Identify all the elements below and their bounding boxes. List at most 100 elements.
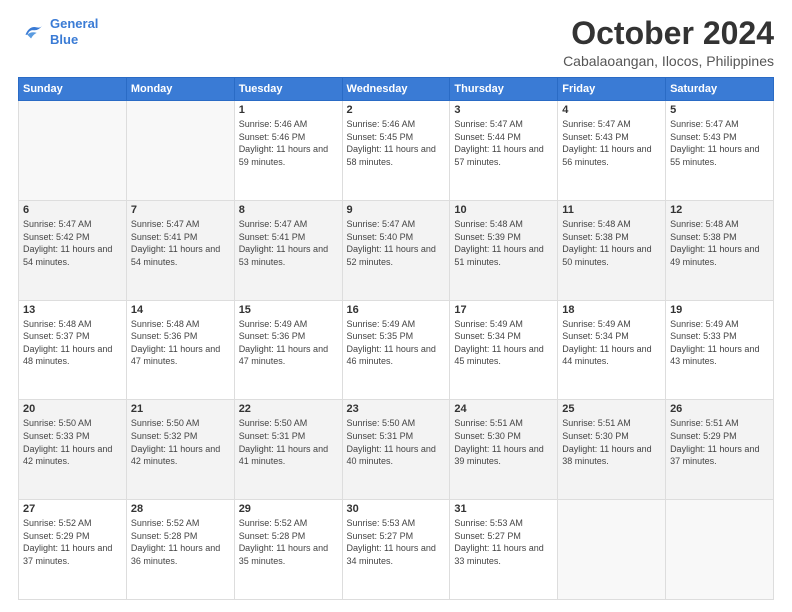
day-number: 9	[347, 204, 446, 216]
table-row: 5 Sunrise: 5:47 AM Sunset: 5:43 PM Daylig…	[666, 101, 774, 201]
table-row: 18 Sunrise: 5:49 AM Sunset: 5:34 PM Dayli…	[558, 300, 666, 400]
day-details: Sunrise: 5:49 AM Sunset: 5:35 PM Dayligh…	[347, 318, 446, 368]
col-tuesday: Tuesday	[234, 78, 342, 101]
day-number: 29	[239, 503, 338, 515]
table-row: 21 Sunrise: 5:50 AM Sunset: 5:32 PM Dayli…	[126, 400, 234, 500]
day-details: Sunrise: 5:47 AM Sunset: 5:43 PM Dayligh…	[562, 118, 661, 168]
title-block: October 2024 Cabalaoangan, Ilocos, Phili…	[563, 16, 774, 69]
day-number: 19	[670, 304, 769, 316]
day-number: 17	[454, 304, 553, 316]
day-details: Sunrise: 5:48 AM Sunset: 5:37 PM Dayligh…	[23, 318, 122, 368]
day-number: 5	[670, 104, 769, 116]
day-details: Sunrise: 5:47 AM Sunset: 5:41 PM Dayligh…	[131, 218, 230, 268]
day-details: Sunrise: 5:50 AM Sunset: 5:33 PM Dayligh…	[23, 417, 122, 467]
calendar-week-row: 20 Sunrise: 5:50 AM Sunset: 5:33 PM Dayli…	[19, 400, 774, 500]
col-saturday: Saturday	[666, 78, 774, 101]
table-row: 25 Sunrise: 5:51 AM Sunset: 5:30 PM Dayli…	[558, 400, 666, 500]
day-number: 11	[562, 204, 661, 216]
day-details: Sunrise: 5:53 AM Sunset: 5:27 PM Dayligh…	[347, 517, 446, 567]
table-row: 27 Sunrise: 5:52 AM Sunset: 5:29 PM Dayli…	[19, 500, 127, 600]
day-details: Sunrise: 5:46 AM Sunset: 5:45 PM Dayligh…	[347, 118, 446, 168]
col-thursday: Thursday	[450, 78, 558, 101]
table-row: 17 Sunrise: 5:49 AM Sunset: 5:34 PM Dayli…	[450, 300, 558, 400]
day-details: Sunrise: 5:50 AM Sunset: 5:31 PM Dayligh…	[347, 417, 446, 467]
day-number: 14	[131, 304, 230, 316]
day-details: Sunrise: 5:49 AM Sunset: 5:36 PM Dayligh…	[239, 318, 338, 368]
day-details: Sunrise: 5:50 AM Sunset: 5:31 PM Dayligh…	[239, 417, 338, 467]
logo-line2: Blue	[50, 32, 78, 47]
day-number: 13	[23, 304, 122, 316]
day-details: Sunrise: 5:51 AM Sunset: 5:30 PM Dayligh…	[562, 417, 661, 467]
day-number: 12	[670, 204, 769, 216]
table-row	[126, 101, 234, 201]
calendar-table: Sunday Monday Tuesday Wednesday Thursday…	[18, 77, 774, 600]
month-title: October 2024	[563, 16, 774, 51]
day-number: 25	[562, 403, 661, 415]
day-details: Sunrise: 5:49 AM Sunset: 5:34 PM Dayligh…	[562, 318, 661, 368]
day-details: Sunrise: 5:48 AM Sunset: 5:38 PM Dayligh…	[670, 218, 769, 268]
calendar-week-row: 27 Sunrise: 5:52 AM Sunset: 5:29 PM Dayli…	[19, 500, 774, 600]
day-details: Sunrise: 5:52 AM Sunset: 5:28 PM Dayligh…	[239, 517, 338, 567]
table-row: 23 Sunrise: 5:50 AM Sunset: 5:31 PM Dayli…	[342, 400, 450, 500]
day-details: Sunrise: 5:48 AM Sunset: 5:39 PM Dayligh…	[454, 218, 553, 268]
logo-text: General Blue	[50, 16, 98, 47]
calendar-week-row: 13 Sunrise: 5:48 AM Sunset: 5:37 PM Dayli…	[19, 300, 774, 400]
day-number: 26	[670, 403, 769, 415]
day-details: Sunrise: 5:53 AM Sunset: 5:27 PM Dayligh…	[454, 517, 553, 567]
calendar-week-row: 6 Sunrise: 5:47 AM Sunset: 5:42 PM Daylig…	[19, 200, 774, 300]
day-number: 6	[23, 204, 122, 216]
day-details: Sunrise: 5:47 AM Sunset: 5:42 PM Dayligh…	[23, 218, 122, 268]
table-row: 14 Sunrise: 5:48 AM Sunset: 5:36 PM Dayli…	[126, 300, 234, 400]
day-details: Sunrise: 5:50 AM Sunset: 5:32 PM Dayligh…	[131, 417, 230, 467]
day-details: Sunrise: 5:48 AM Sunset: 5:36 PM Dayligh…	[131, 318, 230, 368]
day-number: 8	[239, 204, 338, 216]
day-number: 2	[347, 104, 446, 116]
day-details: Sunrise: 5:49 AM Sunset: 5:33 PM Dayligh…	[670, 318, 769, 368]
day-details: Sunrise: 5:47 AM Sunset: 5:43 PM Dayligh…	[670, 118, 769, 168]
table-row: 30Sunrise: 5:53 AM Sunset: 5:27 PM Dayli…	[342, 500, 450, 600]
day-number: 10	[454, 204, 553, 216]
table-row: 2 Sunrise: 5:46 AM Sunset: 5:45 PM Daylig…	[342, 101, 450, 201]
day-number: 22	[239, 403, 338, 415]
day-number: 15	[239, 304, 338, 316]
table-row	[666, 500, 774, 600]
table-row: 1Sunrise: 5:46 AM Sunset: 5:46 PM Daylig…	[234, 101, 342, 201]
day-number: 20	[23, 403, 122, 415]
logo: General Blue	[18, 16, 98, 47]
day-number: 3	[454, 104, 553, 116]
page: General Blue October 2024 Cabalaoangan, …	[0, 0, 792, 612]
table-row: 29 Sunrise: 5:52 AM Sunset: 5:28 PM Dayli…	[234, 500, 342, 600]
day-number: 21	[131, 403, 230, 415]
day-number: 24	[454, 403, 553, 415]
table-row: 7Sunrise: 5:47 AM Sunset: 5:41 PM Daylig…	[126, 200, 234, 300]
table-row: 24 Sunrise: 5:51 AM Sunset: 5:30 PM Dayli…	[450, 400, 558, 500]
day-details: Sunrise: 5:46 AM Sunset: 5:46 PM Dayligh…	[239, 118, 338, 168]
table-row	[19, 101, 127, 201]
table-row: 16 Sunrise: 5:49 AM Sunset: 5:35 PM Dayli…	[342, 300, 450, 400]
table-row: 10 Sunrise: 5:48 AM Sunset: 5:39 PM Dayli…	[450, 200, 558, 300]
day-number: 18	[562, 304, 661, 316]
day-details: Sunrise: 5:52 AM Sunset: 5:28 PM Dayligh…	[131, 517, 230, 567]
logo-icon	[18, 18, 46, 46]
day-number: 28	[131, 503, 230, 515]
day-number: 16	[347, 304, 446, 316]
day-details: Sunrise: 5:47 AM Sunset: 5:40 PM Dayligh…	[347, 218, 446, 268]
col-friday: Friday	[558, 78, 666, 101]
day-details: Sunrise: 5:51 AM Sunset: 5:30 PM Dayligh…	[454, 417, 553, 467]
day-details: Sunrise: 5:49 AM Sunset: 5:34 PM Dayligh…	[454, 318, 553, 368]
col-monday: Monday	[126, 78, 234, 101]
table-row: 19 Sunrise: 5:49 AM Sunset: 5:33 PM Dayli…	[666, 300, 774, 400]
logo-line1: General	[50, 16, 98, 31]
day-number: 23	[347, 403, 446, 415]
day-number: 4	[562, 104, 661, 116]
table-row	[558, 500, 666, 600]
table-row: 8Sunrise: 5:47 AM Sunset: 5:41 PM Daylig…	[234, 200, 342, 300]
table-row: 26 Sunrise: 5:51 AM Sunset: 5:29 PM Dayli…	[666, 400, 774, 500]
day-details: Sunrise: 5:52 AM Sunset: 5:29 PM Dayligh…	[23, 517, 122, 567]
col-wednesday: Wednesday	[342, 78, 450, 101]
day-details: Sunrise: 5:48 AM Sunset: 5:38 PM Dayligh…	[562, 218, 661, 268]
header: General Blue October 2024 Cabalaoangan, …	[18, 16, 774, 69]
day-details: Sunrise: 5:51 AM Sunset: 5:29 PM Dayligh…	[670, 417, 769, 467]
table-row: 4 Sunrise: 5:47 AM Sunset: 5:43 PM Daylig…	[558, 101, 666, 201]
day-number: 27	[23, 503, 122, 515]
